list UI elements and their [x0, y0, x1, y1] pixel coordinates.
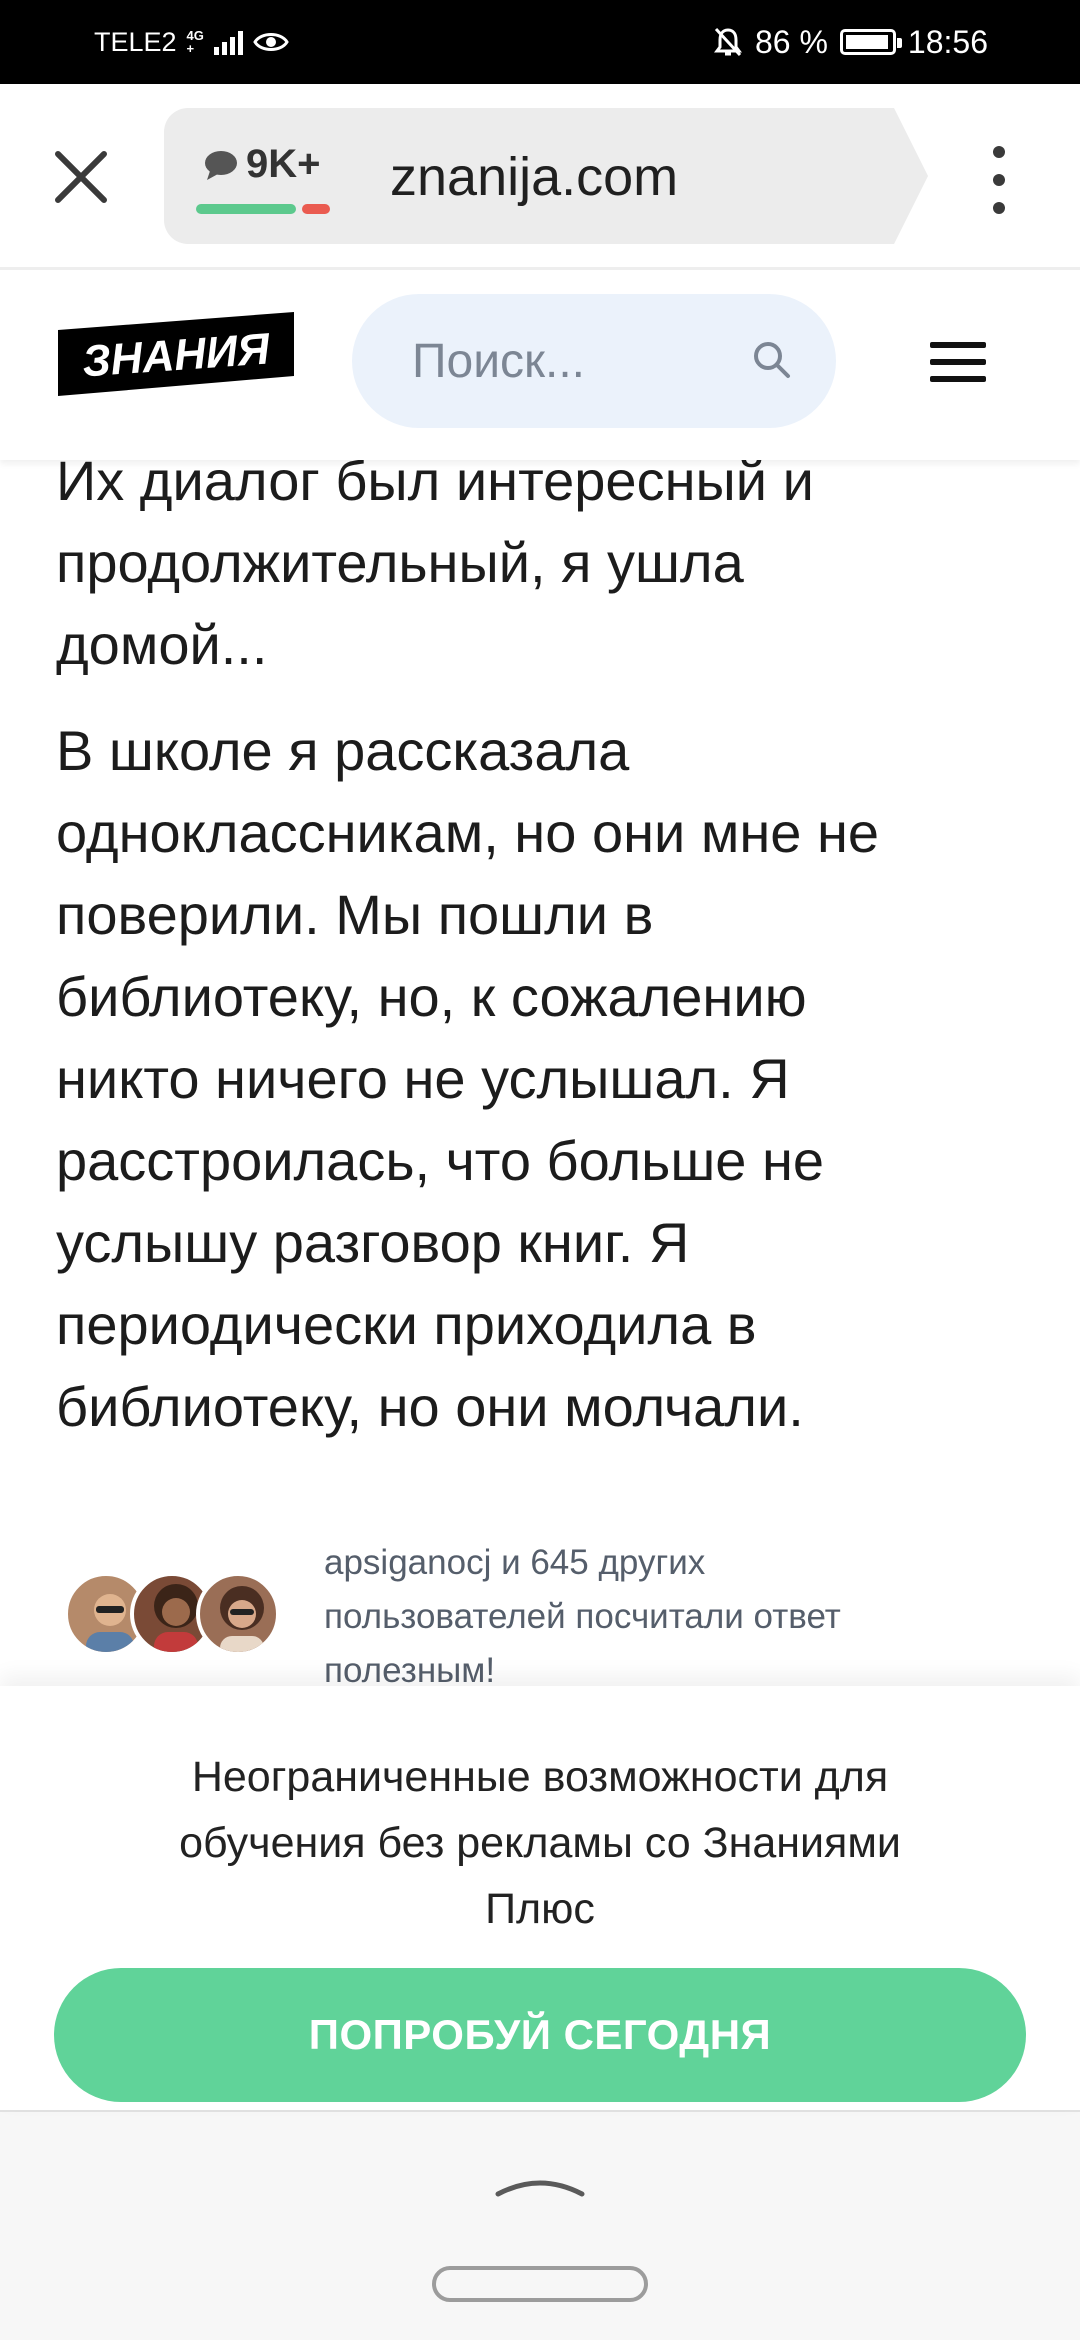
- home-gesture-bar[interactable]: [432, 2266, 648, 2302]
- try-today-button[interactable]: ПОПРОБУЙ СЕГОДНЯ: [54, 1968, 1026, 2102]
- text-line: библиотеку, но, к сожалению: [56, 965, 807, 1028]
- more-options-icon[interactable]: [984, 140, 1014, 220]
- rating-bar: [196, 204, 330, 214]
- text-line: пользователей посчитали ответ: [324, 1597, 841, 1636]
- promo-text: Неограниченные возможности для обучения …: [80, 1744, 1000, 1942]
- search-icon[interactable]: [750, 338, 794, 382]
- battery-icon: [839, 29, 902, 55]
- text-line: В школе я рассказала: [56, 719, 630, 782]
- text-line: домой...: [56, 613, 268, 676]
- helpful-text: apsiganocj и 645 других пользователей по…: [324, 1536, 1004, 1698]
- text-line: периодически приходила в: [56, 1293, 757, 1356]
- site-header: ЗНАНИЯ: [0, 270, 1080, 460]
- text-line: расстроилась, что больше не: [56, 1129, 825, 1192]
- text-line: поверили. Мы пошли в: [56, 883, 654, 946]
- bottom-navigation: [0, 2110, 1080, 2340]
- avatar: [196, 1572, 280, 1656]
- network-type: 4G +: [187, 29, 204, 55]
- text-line: Плюс: [485, 1885, 595, 1933]
- eye-icon: [253, 33, 289, 51]
- close-icon[interactable]: [50, 146, 112, 208]
- browser-toolbar: 9K+ znanija.com: [0, 84, 1080, 270]
- avatar-group: [64, 1572, 294, 1662]
- text-line: обучения без рекламы со Знаниями: [179, 1819, 901, 1867]
- carrier-name: TELE2: [94, 26, 177, 57]
- znanija-logo[interactable]: ЗНАНИЯ: [58, 312, 294, 396]
- battery-percent: 86 %: [754, 23, 828, 60]
- network-type-bottom: +: [186, 41, 195, 56]
- status-right: 86 % 18:56: [713, 22, 988, 62]
- url-text[interactable]: znanija.com: [390, 146, 678, 208]
- text-line: библиотеку, но они молчали.: [56, 1375, 804, 1438]
- plus-promo-banner: Неограниченные возможности для обучения …: [0, 1686, 1080, 2110]
- text-line: apsiganocj и 645 других: [324, 1543, 706, 1582]
- bell-off-icon: [713, 27, 742, 57]
- answer-paragraph-1: Их диалог был интересный и продолжительн…: [56, 440, 814, 686]
- clock: 18:56: [907, 23, 988, 60]
- search-input[interactable]: [412, 328, 732, 394]
- text-line: одноклассникам, но они мне не: [56, 801, 880, 864]
- signal-icon: [213, 29, 243, 55]
- status-left: TELE2 4G +: [94, 22, 289, 62]
- status-bar: TELE2 4G + 86 % 18:56: [0, 0, 1080, 84]
- text-line: Неограниченные возможности для: [191, 1753, 889, 1801]
- comments-count: 9K+: [246, 142, 321, 186]
- helpful-votes: apsiganocj и 645 других пользователей по…: [64, 1536, 1044, 1690]
- comments-counter[interactable]: 9K+: [202, 142, 321, 187]
- text-line: продолжительный, я ушла: [56, 531, 744, 594]
- text-line: никто ничего не услышал. Я: [56, 1047, 790, 1110]
- answer-paragraph-2: В школе я рассказала одноклассникам, но …: [56, 710, 879, 1448]
- chevron-up-icon[interactable]: [494, 2170, 586, 2200]
- search-box[interactable]: [352, 294, 836, 428]
- text-line: услышу разговор книг. Я: [56, 1211, 690, 1274]
- menu-icon[interactable]: [930, 336, 986, 388]
- address-bar[interactable]: 9K+ znanija.com: [164, 108, 928, 244]
- comment-bubble-icon: [205, 150, 237, 180]
